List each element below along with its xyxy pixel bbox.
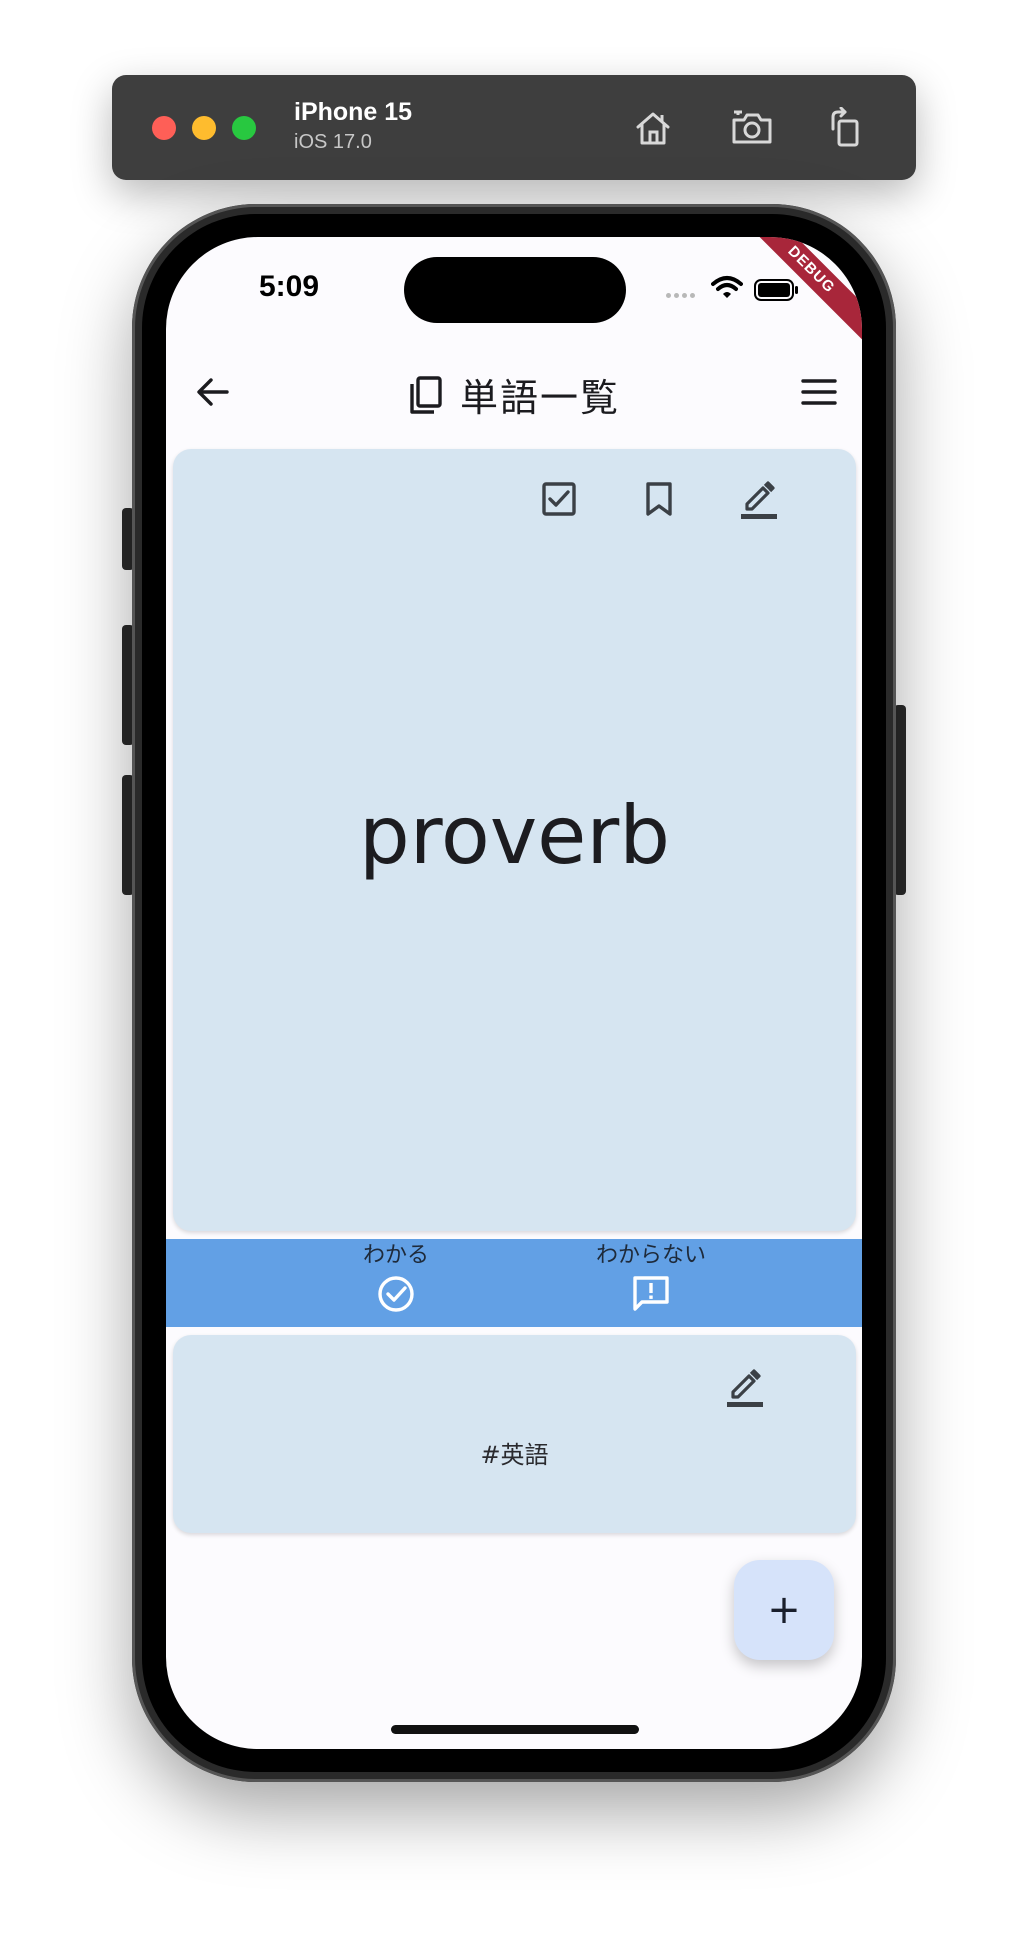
tag-card[interactable]: #英語 [173, 1335, 856, 1533]
dynamic-island [404, 257, 626, 323]
feedback-icon [633, 1276, 669, 1311]
device-name: iPhone 15 [294, 98, 413, 126]
edit-word-button[interactable] [733, 473, 785, 525]
know-button[interactable]: わかる [336, 1243, 456, 1313]
stage: iPhone 15 iOS 17.0 5:09 DEBUG 単語一覧 prove… [0, 0, 1028, 1934]
bookmark-button[interactable] [633, 473, 685, 525]
battery-icon [754, 279, 798, 301]
tag-text: #英語 [480, 1441, 549, 1469]
screenshot-button[interactable] [728, 103, 778, 153]
word-card[interactable]: proverb [173, 449, 856, 1231]
edit-icon [741, 481, 777, 519]
copy-icon [410, 375, 442, 414]
signal-dots [666, 293, 695, 298]
home-button[interactable] [628, 103, 678, 153]
checkbox-icon [542, 482, 576, 516]
dont-know-button[interactable]: わからない [566, 1243, 736, 1313]
app-bar: 単語一覧 [166, 337, 862, 447]
rotate-icon [831, 107, 859, 147]
menu-button[interactable] [796, 369, 842, 415]
app-bar-title: 単語一覧 [166, 367, 862, 422]
answer-bar: わかる わからない [166, 1239, 862, 1327]
simulator-toolbar: iPhone 15 iOS 17.0 [112, 75, 916, 180]
home-icon [636, 112, 670, 145]
edit-icon [727, 1369, 763, 1407]
wifi-icon [711, 276, 743, 298]
page-title: 単語一覧 [459, 376, 620, 420]
know-label: わかる [362, 1243, 429, 1268]
mastered-toggle-button[interactable] [533, 473, 585, 525]
rotate-button[interactable] [820, 103, 870, 153]
plus-icon: + [767, 1587, 801, 1633]
menu-icon [801, 379, 837, 405]
os-version: iOS 17.0 [294, 131, 372, 153]
screenshot-icon [732, 110, 772, 144]
phone-screen: 5:09 DEBUG 単語一覧 proverb わかる わからない #英語 + [166, 237, 862, 1749]
minimize-window-button[interactable] [192, 116, 216, 140]
zoom-window-button[interactable] [232, 116, 256, 140]
dont-know-label: わからない [595, 1243, 706, 1268]
status-time: 5:09 [259, 270, 320, 303]
close-window-button[interactable] [152, 116, 176, 140]
word-text: proverb [358, 789, 671, 882]
check-circle-icon [378, 1276, 414, 1312]
bookmark-icon [646, 482, 672, 516]
home-indicator [391, 1725, 639, 1734]
edit-tag-button[interactable] [719, 1361, 771, 1413]
add-word-button[interactable]: + [734, 1560, 834, 1660]
